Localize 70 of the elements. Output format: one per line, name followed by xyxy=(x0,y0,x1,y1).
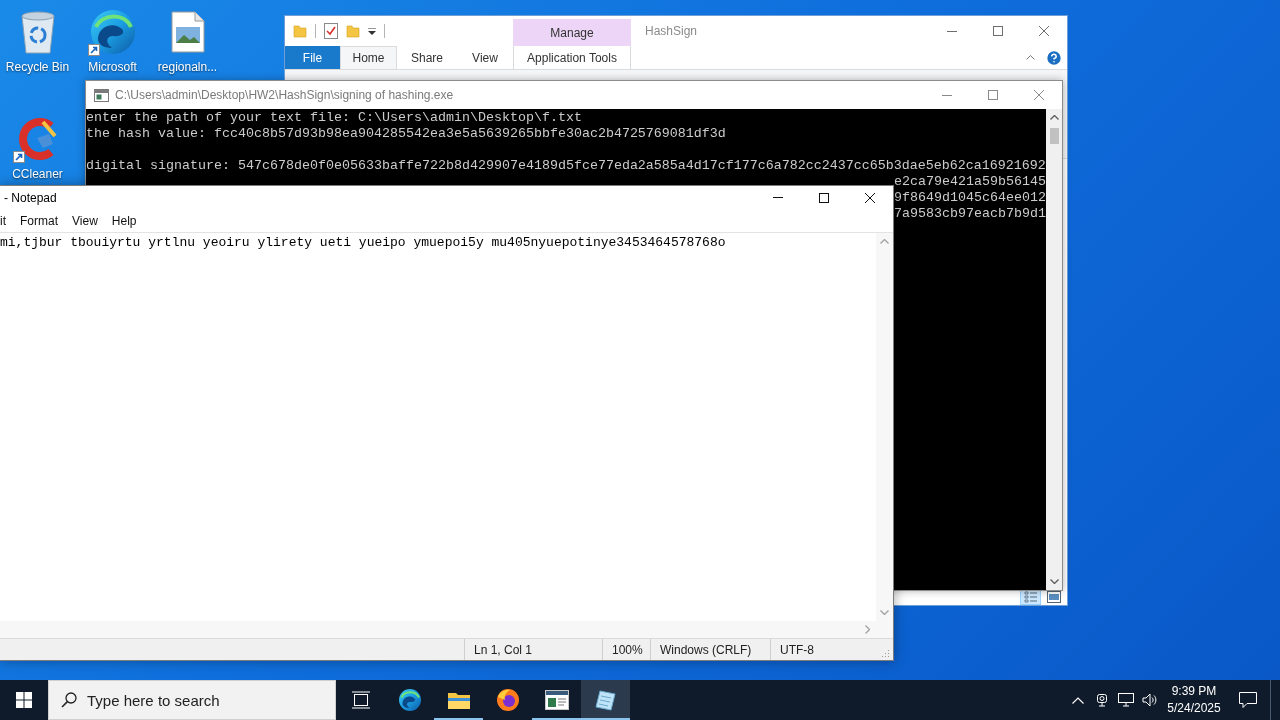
close-icon xyxy=(1034,90,1044,100)
terminal-icon xyxy=(94,88,109,102)
close-icon xyxy=(865,192,875,203)
window-title: HashSign xyxy=(645,23,698,40)
image-file-icon[interactable] xyxy=(170,11,205,53)
context-tab-header: Manage xyxy=(513,19,631,46)
task-view-icon xyxy=(350,691,371,709)
resize-grip-icon[interactable] xyxy=(882,649,890,657)
console-line: enter the path of your text file: C:\Users\admin\Desktop\f.txt xyxy=(86,110,582,126)
console-line: e2ca79e421a59b56145 xyxy=(894,174,1046,190)
status-text: Windows (CRLF) xyxy=(650,639,770,660)
icon-label[interactable]: regionaln... xyxy=(157,60,218,74)
menu-item[interactable]: Help xyxy=(104,209,144,232)
status-text: Ln 1, Col 1 xyxy=(464,639,602,660)
console-line: 7a9583cb97eacb7b9d1 xyxy=(894,206,1046,222)
clock-date[interactable]: 5/24/2025 xyxy=(1167,700,1221,717)
console-line: 9f8649d1045c64ee012 xyxy=(894,190,1046,206)
window-title: C:\Users\admin\Desktop\HW2\HashSign\signing of hashing.exe xyxy=(115,87,454,104)
menu-item[interactable]: Format xyxy=(13,209,65,232)
help-icon[interactable] xyxy=(1045,48,1063,67)
console-line: digital signature: 547c678de0f0e05633baffe722b8d429907e4189d5fce77eda2a585a4d17cf177c6a782cc2437cc65b3dae5eb62ca16921692 xyxy=(86,158,1046,174)
flame-globe-icon xyxy=(495,688,520,712)
icon-label[interactable]: Microsoft xyxy=(88,60,137,74)
chevron-up-icon xyxy=(1072,696,1084,704)
swirl-icon xyxy=(397,688,422,712)
swirl-icon[interactable] xyxy=(88,8,137,56)
app-window-icon xyxy=(544,690,569,710)
notification-icon xyxy=(1239,692,1257,708)
search-field[interactable]: Type here to search xyxy=(48,680,336,720)
folder-icon xyxy=(446,690,471,710)
horizontal-scrollbar[interactable] xyxy=(0,621,893,638)
menu-item[interactable]: View xyxy=(65,209,105,232)
maximize-icon xyxy=(988,90,998,100)
caret-up-icon[interactable] xyxy=(880,239,889,244)
chevron-up-icon[interactable] xyxy=(1026,55,1035,60)
ribbon-tab[interactable]: File xyxy=(285,46,340,69)
search-icon xyxy=(61,692,77,708)
icon-label[interactable]: Recycle Bin xyxy=(5,60,70,74)
status-text: UTF-8 xyxy=(770,639,876,660)
ribbon-tab[interactable]: Home xyxy=(340,46,397,69)
speaker-icon xyxy=(1142,693,1158,707)
window-title: - Notepad xyxy=(3,189,57,207)
minimize-icon xyxy=(942,94,952,96)
notepad-icon xyxy=(593,688,618,712)
scrollbar-thumb[interactable] xyxy=(1049,128,1059,144)
maximize-icon xyxy=(819,192,829,203)
text-editor-field[interactable]: mi,tjbur tbouiyrtu yrtlnu yeoiru ylirety ueti yueipo ymuepoi5y mu405nyuepotinye3453464578768o xyxy=(0,233,876,621)
close-icon xyxy=(1039,26,1049,36)
taskbar-app-button[interactable] xyxy=(581,680,630,720)
monitor-icon xyxy=(1118,693,1134,707)
webcam-icon xyxy=(1095,693,1109,707)
caret-down-icon[interactable] xyxy=(368,27,376,35)
minimize-icon xyxy=(773,197,783,198)
menu-item[interactable]: it xyxy=(0,209,13,232)
caret-down-icon[interactable] xyxy=(1049,579,1059,584)
caret-right-icon[interactable] xyxy=(865,625,870,634)
caret-up-icon[interactable] xyxy=(1049,115,1059,120)
checklist-icon[interactable] xyxy=(324,23,338,39)
maximize-icon xyxy=(993,26,1003,36)
status-text: 100% xyxy=(602,639,650,660)
icon-label[interactable]: CCleaner xyxy=(12,167,63,181)
ribbon-tab[interactable]: View xyxy=(457,46,513,69)
details-view-icon xyxy=(1023,591,1038,603)
minimize-icon xyxy=(947,30,957,32)
window-panes-icon xyxy=(16,692,32,708)
vertical-scrollbar[interactable] xyxy=(1046,109,1062,590)
vertical-scrollbar[interactable] xyxy=(876,233,893,621)
console-line: the hash value: fcc40c8b57d93b98ea904285542ea3e5a5639265bbfe30ac2b4725769081df3d xyxy=(86,126,726,142)
clock-time[interactable]: 9:39 PM xyxy=(1171,683,1217,700)
ribbon-tab[interactable]: Share xyxy=(397,46,457,69)
